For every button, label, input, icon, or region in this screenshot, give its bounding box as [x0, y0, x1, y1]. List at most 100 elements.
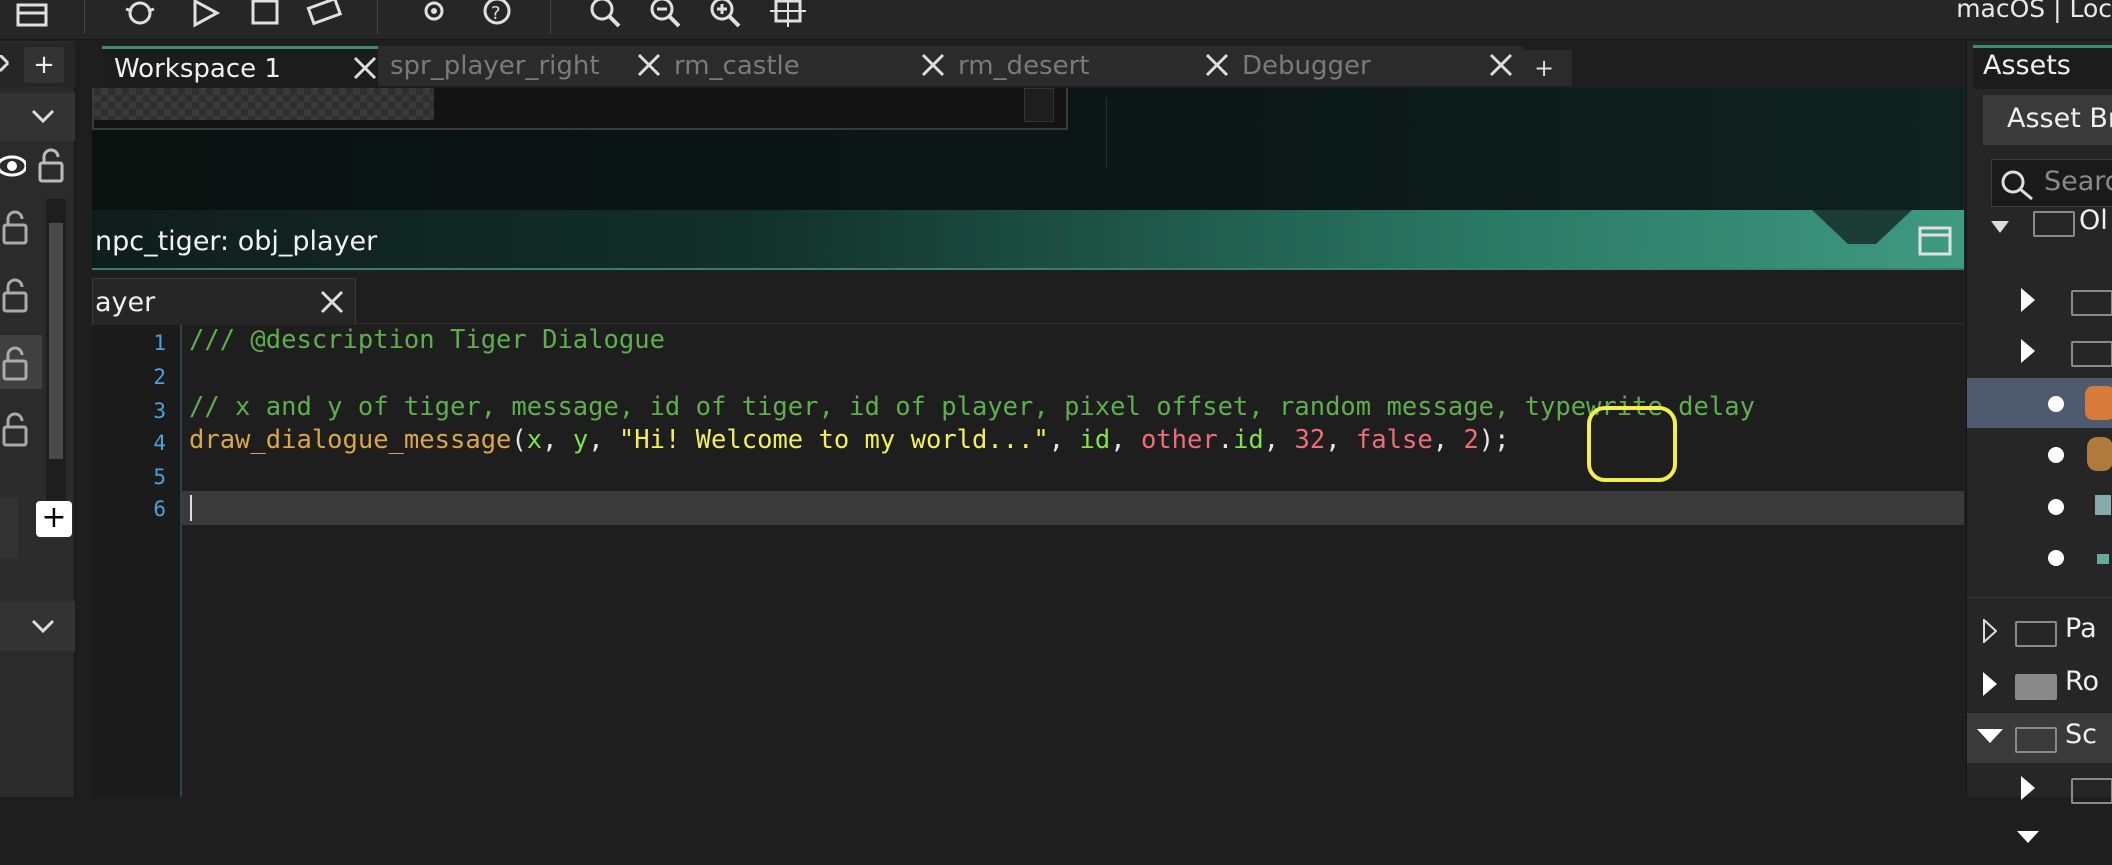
- asset-dot-icon: [2048, 550, 2064, 566]
- tiger-sprite-icon: [2085, 386, 2112, 420]
- zoom-in-icon[interactable]: [705, 0, 745, 34]
- close-icon[interactable]: [352, 55, 378, 81]
- asset-dot-icon: [2048, 396, 2064, 412]
- preview-scroll-handle[interactable]: [1024, 88, 1054, 122]
- tree-item-scripts[interactable]: Sc: [1967, 713, 2112, 763]
- code-editor[interactable]: 1 2 3 4 5 6 /// @description Tiger Dialo…: [92, 325, 1964, 797]
- asset-dot-icon: [2048, 499, 2064, 515]
- argument: id: [1233, 425, 1264, 455]
- tab-label: Workspace 1: [114, 54, 281, 84]
- chevron-right-icon: [2021, 339, 2035, 363]
- zoom-out-icon[interactable]: [645, 0, 685, 34]
- code-line-1: /// @description Tiger Dialogue: [189, 325, 665, 355]
- code-window-header[interactable]: npc_tiger: obj_player: [92, 210, 1964, 270]
- zoom-icon[interactable]: [585, 0, 625, 34]
- chevron-down-icon: [31, 619, 55, 634]
- tree-item-rooms[interactable]: Ro: [1967, 660, 2112, 710]
- punctuation: (: [511, 425, 527, 455]
- tree-item-object[interactable]: [1967, 429, 2112, 479]
- close-icon[interactable]: [636, 52, 662, 78]
- chevron-right-icon: [2021, 288, 2035, 312]
- tree-item-object[interactable]: [1967, 532, 2112, 582]
- tree-item-folder[interactable]: [1967, 276, 2112, 326]
- tree-item-label: Pa: [2065, 613, 2097, 644]
- close-icon[interactable]: [0, 55, 10, 75]
- search-icon: [2001, 170, 2033, 201]
- punctuation: ,: [1432, 425, 1464, 455]
- room-preview-frame: [92, 88, 1068, 130]
- tree-item-objects[interactable]: Ol: [1967, 205, 2112, 261]
- tree-item-label: Ol: [2079, 205, 2108, 236]
- tree-item-tiger-object[interactable]: [1967, 378, 2112, 428]
- maximize-icon[interactable]: [1918, 226, 1952, 256]
- unlock-icon[interactable]: [0, 209, 30, 245]
- object-sprite-icon: [2095, 495, 2111, 515]
- tree-item-object[interactable]: [1967, 481, 2112, 531]
- object-sprite-icon: [2097, 554, 2109, 564]
- assets-tab-label: Assets: [1983, 50, 2071, 81]
- tab-label: spr_player_right: [390, 51, 600, 81]
- lock-icon[interactable]: [12, 0, 52, 34]
- layer-nav-button[interactable]: [0, 497, 18, 559]
- selected-layer-row[interactable]: [0, 335, 42, 389]
- keyword: other: [1140, 425, 1218, 455]
- line-number: 5: [153, 465, 166, 489]
- line-number: 4: [153, 431, 166, 455]
- eye-icon[interactable]: [0, 153, 26, 179]
- clean-icon[interactable]: [305, 0, 345, 34]
- asset-browser-panel: Assets Asset Br Searc Ol Pa: [1966, 41, 2112, 843]
- text-cursor: [190, 495, 192, 521]
- asset-browser-button[interactable]: Asset Br: [1983, 95, 2112, 145]
- annotation-highlight-circle: [1587, 406, 1677, 482]
- line-number-gutter: 1 2 3 4 5 6: [92, 325, 182, 797]
- tab-spr-player-right[interactable]: spr_player_right: [378, 46, 673, 86]
- collapse-notch-icon[interactable]: [1812, 210, 1912, 244]
- room-canvas[interactable]: [92, 88, 1964, 210]
- tab-label: Debugger: [1242, 51, 1371, 81]
- layers-panel: + +: [0, 41, 75, 797]
- run-icon[interactable]: [185, 0, 225, 34]
- line-number: 2: [153, 365, 166, 389]
- tree-item-folder[interactable]: [1967, 327, 2112, 377]
- chevron-down-icon: [2017, 831, 2039, 843]
- code-tab-row: ayer: [92, 272, 1964, 325]
- close-icon[interactable]: [1488, 52, 1514, 78]
- gear-icon[interactable]: [414, 0, 454, 34]
- instance-dropdown[interactable]: [0, 601, 75, 651]
- tree-item-folder[interactable]: [1967, 764, 2112, 814]
- debug-icon[interactable]: [120, 0, 160, 34]
- code-line-3: // x and y of tiger, message, id of tige…: [189, 392, 1755, 422]
- unlock-icon[interactable]: [0, 411, 30, 447]
- character-sprite-icon: [2087, 437, 2112, 471]
- assets-tab[interactable]: Assets: [1973, 45, 2112, 89]
- close-icon[interactable]: [1204, 52, 1230, 78]
- tab-debugger[interactable]: Debugger: [1230, 46, 1525, 86]
- line-number: 1: [153, 331, 166, 355]
- add-instance-icon[interactable]: +: [36, 501, 72, 537]
- fit-view-icon[interactable]: [768, 0, 808, 34]
- close-icon[interactable]: [920, 52, 946, 78]
- asset-search-input[interactable]: Searc: [1991, 159, 2112, 207]
- help-icon[interactable]: ?: [477, 0, 517, 34]
- layer-dropdown[interactable]: [0, 93, 75, 141]
- code-window-title: npc_tiger: obj_player: [95, 226, 378, 257]
- layer-scrollbar[interactable]: [46, 199, 66, 529]
- punctuation: ,: [542, 425, 573, 455]
- tab-rm-castle[interactable]: rm_castle: [662, 46, 957, 86]
- tab-label: rm_desert: [958, 51, 1090, 81]
- tree-item-paths[interactable]: Pa: [1967, 607, 2112, 657]
- line-number: 6: [153, 497, 166, 521]
- unlock-icon[interactable]: [0, 277, 30, 313]
- close-icon[interactable]: [319, 289, 345, 315]
- unlock-icon[interactable]: [36, 147, 66, 183]
- tab-rm-desert[interactable]: rm_desert: [946, 46, 1241, 86]
- tree-item-folder[interactable]: [1967, 815, 2112, 865]
- add-tab-button[interactable]: +: [1516, 50, 1572, 86]
- stop-icon[interactable]: [245, 0, 285, 34]
- target-platform-label[interactable]: macOS | Loc: [1956, 0, 2112, 23]
- tab-workspace-1[interactable]: Workspace 1: [102, 46, 389, 89]
- chevron-right-icon: [1983, 672, 1997, 696]
- add-layer-button[interactable]: +: [24, 47, 64, 83]
- punctuation: ,: [1048, 425, 1080, 455]
- code-event-tab[interactable]: ayer: [92, 278, 356, 325]
